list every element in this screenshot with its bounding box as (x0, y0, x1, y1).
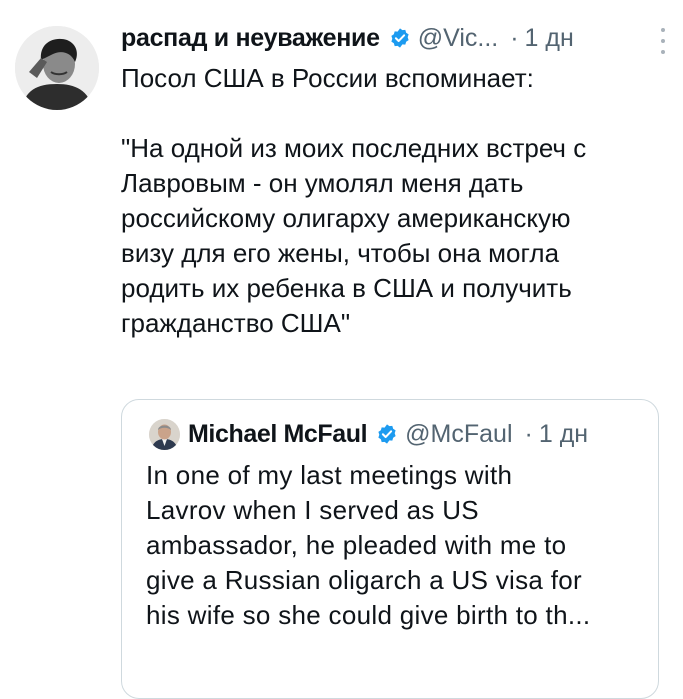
tweet-text-line: российскому олигарху американскую (121, 203, 571, 233)
quote-text-line: ambassador, he pleaded with me to (146, 530, 567, 560)
tweet-header: распад и неуважение @Vic... · 1 дн (121, 18, 574, 58)
quote-text: In one of my last meetings with Lavrov w… (146, 458, 658, 633)
author-handle[interactable]: @Vic... (418, 18, 499, 58)
verified-badge-icon (376, 423, 398, 445)
quote-author-handle[interactable]: @McFaul (405, 414, 512, 454)
verified-badge-icon (389, 27, 411, 49)
separator-dot: · (510, 24, 519, 52)
quote-timestamp[interactable]: 1 дн (539, 414, 588, 454)
tweet-timestamp[interactable]: 1 дн (525, 18, 574, 58)
author-name[interactable]: распад и неуважение (121, 18, 380, 58)
quote-avatar-image (149, 419, 180, 450)
quote-text-line: his wife so she could give birth to th..… (146, 600, 591, 630)
tweet-text-line: Лавровым - он умолял меня дать (121, 168, 524, 198)
separator-dot: · (524, 420, 533, 448)
tweet-text-line: Посол США в России вспоминает: (121, 63, 534, 93)
quote-author-avatar (149, 419, 180, 450)
author-avatar-image (15, 26, 99, 110)
quote-text-line: Lavrov when I served as US (146, 495, 479, 525)
tweet-text-line: родить их ребенка в США и получить (121, 273, 572, 303)
more-options-icon[interactable] (656, 28, 670, 54)
author-avatar[interactable] (15, 26, 99, 110)
quote-author-name[interactable]: Michael McFaul (188, 414, 368, 454)
quote-text-line: give a Russian oligarch a US visa for (146, 565, 582, 595)
tweet-text-line: гражданство США" (121, 308, 351, 338)
tweet-text-line: визу для его жены, чтобы она могла (121, 238, 560, 268)
tweet-text: Посол США в России вспоминает: "На одной… (121, 61, 666, 341)
quote-text-line: In one of my last meetings with (146, 460, 513, 490)
quote-header: Michael McFaul @McFaul · 1 дн (188, 414, 588, 454)
tweet-text-line: "На одной из моих последних встреч с (121, 133, 587, 163)
quoted-tweet-card[interactable]: Michael McFaul @McFaul · 1 дн In one of … (121, 399, 659, 699)
